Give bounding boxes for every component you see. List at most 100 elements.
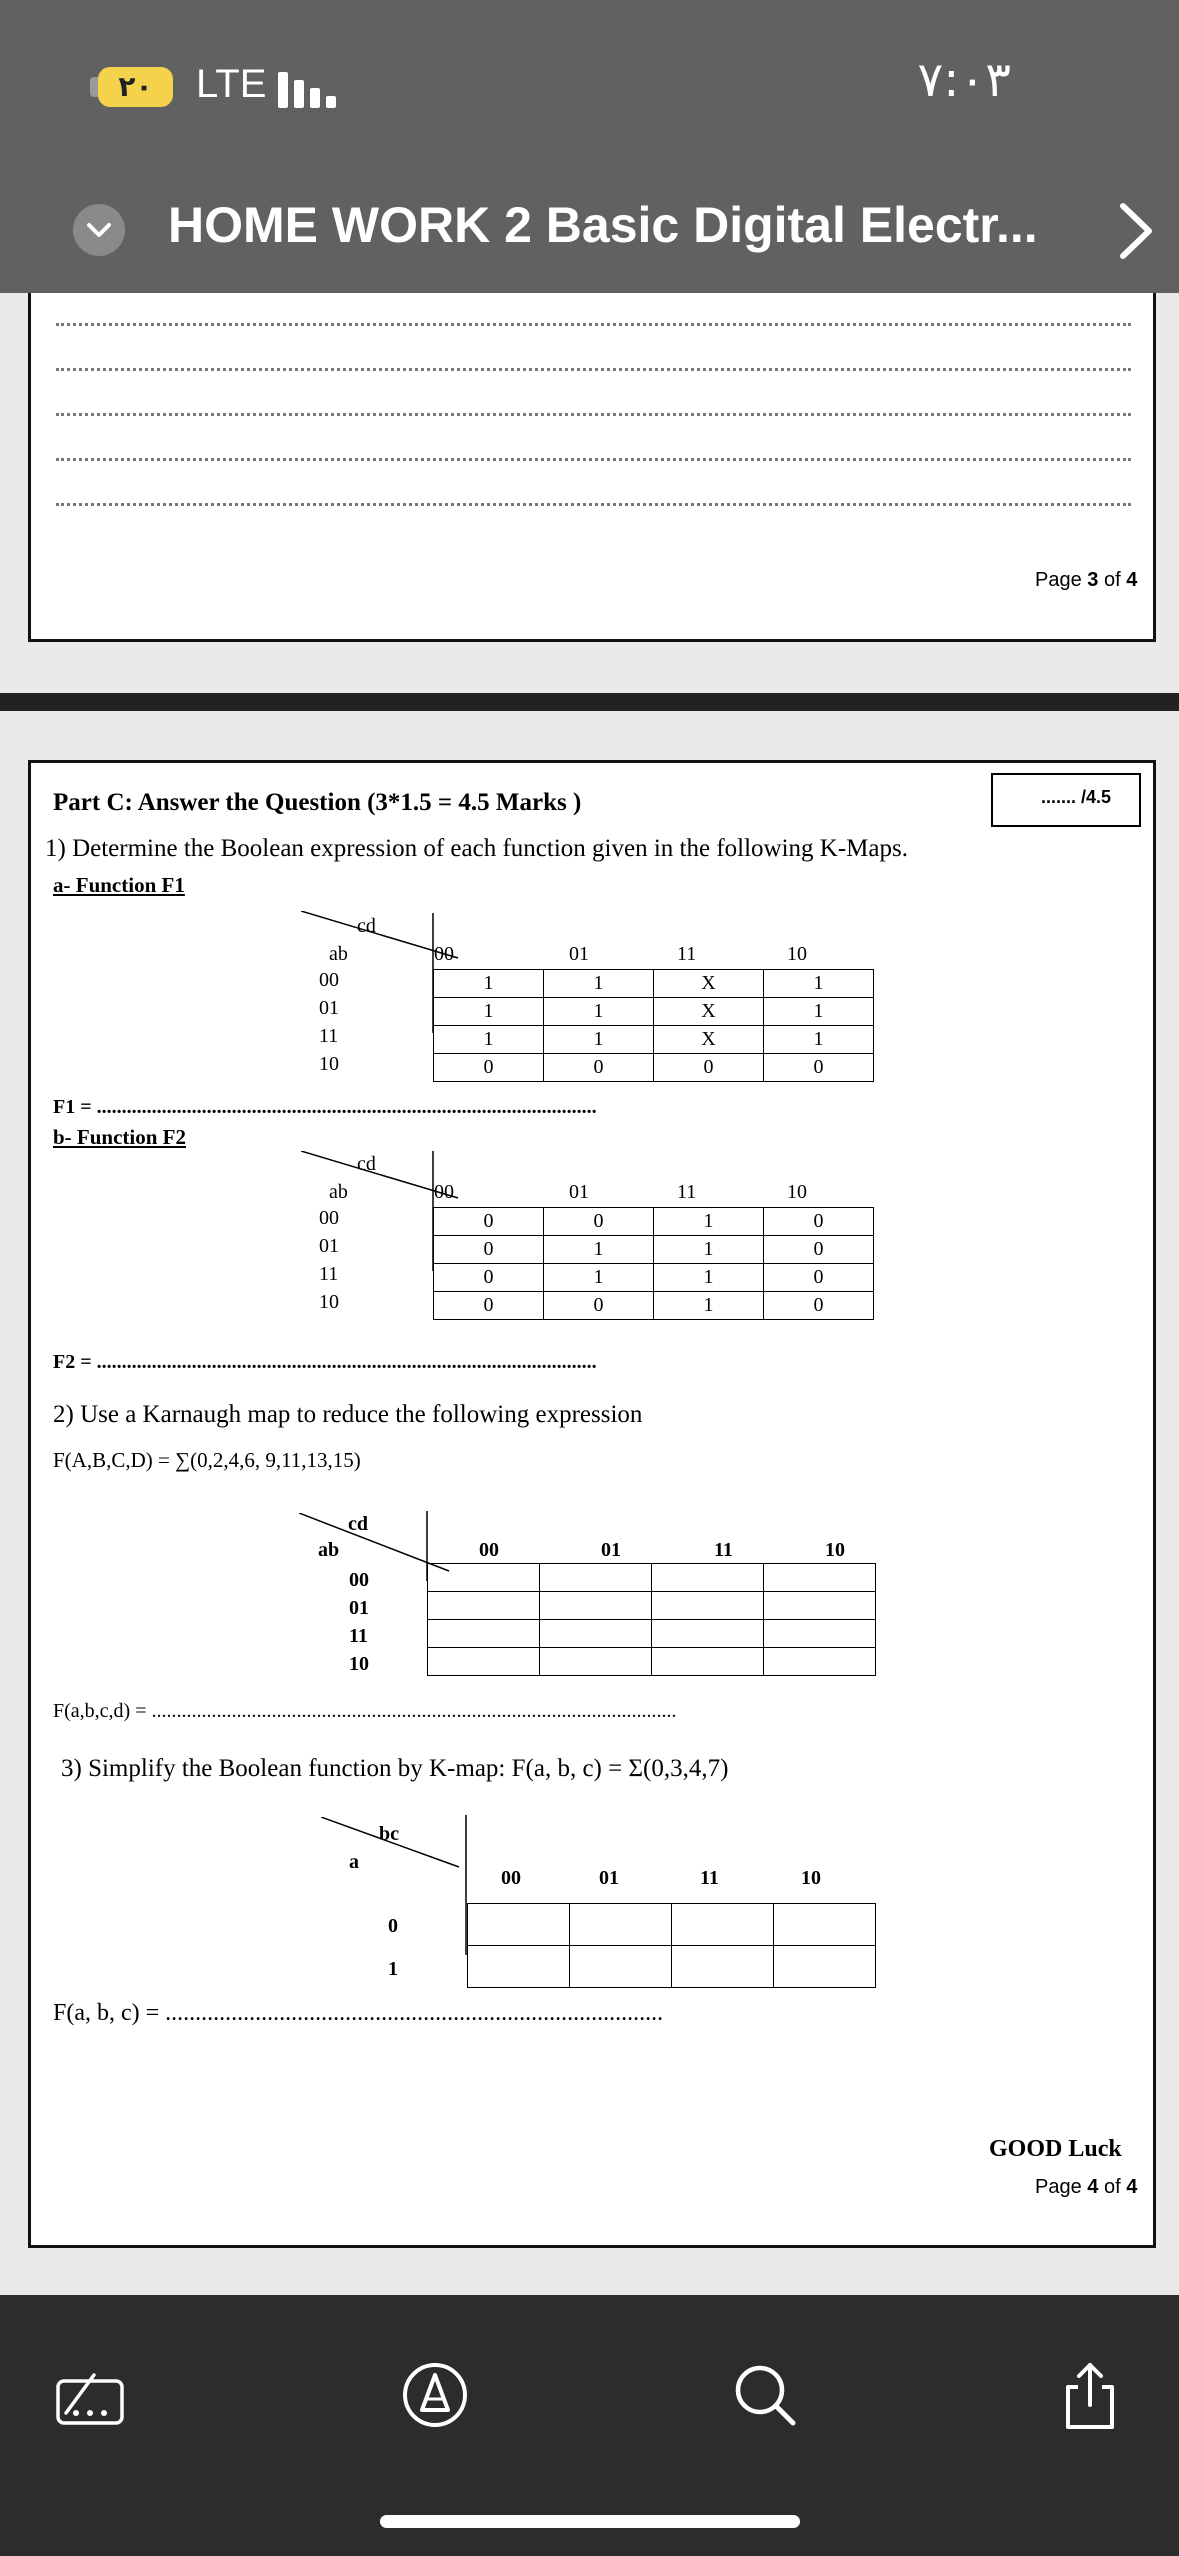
question-1a: a- Function F1 bbox=[53, 873, 185, 897]
kmap-cell[interactable] bbox=[651, 1619, 764, 1648]
kmap-cell: 0 bbox=[763, 1053, 874, 1082]
kmap-cell[interactable] bbox=[763, 1563, 876, 1592]
kmap-var-a: a bbox=[349, 1851, 359, 1873]
home-indicator[interactable] bbox=[380, 2515, 800, 2528]
kmap-cell[interactable] bbox=[467, 1903, 570, 1946]
kmap-grid: 1 1 X 1 1 1 X 1 1 1 X 1 0 0 0 0 bbox=[433, 969, 874, 1082]
kmap-cell[interactable] bbox=[569, 1945, 672, 1988]
kmap-cell: 1 bbox=[433, 969, 544, 998]
kmap-row: 11 bbox=[349, 1625, 368, 1647]
kmap-cell[interactable] bbox=[427, 1647, 540, 1676]
page-separator bbox=[0, 693, 1179, 711]
chevron-down-icon bbox=[87, 223, 111, 237]
battery-level: ٢٠ bbox=[118, 70, 153, 103]
kmap-col: 10 bbox=[787, 943, 807, 965]
answer-line bbox=[56, 503, 1131, 506]
f2-answer-line: F2 = ...................................… bbox=[53, 1351, 597, 1373]
kmap-cell: 0 bbox=[543, 1053, 654, 1082]
kmap-row: 10 bbox=[319, 1053, 339, 1075]
search-icon[interactable] bbox=[725, 2355, 805, 2435]
kmap-cell[interactable] bbox=[773, 1945, 876, 1988]
kmap-cell: X bbox=[653, 997, 764, 1026]
kmap-var-ab: ab bbox=[329, 943, 348, 965]
next-button[interactable] bbox=[1105, 196, 1165, 266]
kmap-col: 01 bbox=[601, 1539, 621, 1561]
kmap-col: 10 bbox=[801, 1867, 821, 1889]
battery-tip bbox=[90, 77, 98, 97]
kmap-cell: 1 bbox=[653, 1263, 764, 1292]
kmap-cell[interactable] bbox=[539, 1591, 652, 1620]
kmap-col: 11 bbox=[677, 943, 697, 965]
kmap-cell[interactable] bbox=[427, 1563, 540, 1592]
q2-answer-line: F(a,b,c,d) = ...........................… bbox=[53, 1700, 677, 1722]
answer-line bbox=[56, 413, 1131, 416]
kmap-cell: 1 bbox=[543, 969, 654, 998]
kmap-cell: 1 bbox=[543, 997, 654, 1026]
kmap-cell[interactable] bbox=[763, 1591, 876, 1620]
kmap-row: 10 bbox=[319, 1291, 339, 1313]
kmap-cell[interactable] bbox=[427, 1619, 540, 1648]
document-title[interactable]: HOME WORK 2 Basic Digital Electr... bbox=[168, 196, 1038, 254]
kmap-cell: 0 bbox=[653, 1053, 764, 1082]
q3-answer-line: F(a, b, c) = ...........................… bbox=[53, 2000, 664, 2026]
kmap-col: 00 bbox=[501, 1867, 521, 1889]
kmap-cell: 1 bbox=[653, 1207, 764, 1236]
kmap-col: 11 bbox=[714, 1539, 733, 1561]
kmap-cell[interactable] bbox=[539, 1619, 652, 1648]
kmap-col: 11 bbox=[677, 1181, 697, 1203]
marks-box: ....... /4.5 bbox=[991, 773, 1141, 827]
kmap-grid: 0 0 1 0 0 1 1 0 0 1 1 0 0 0 1 0 bbox=[433, 1207, 874, 1320]
kmap-cell: 0 bbox=[433, 1263, 544, 1292]
kmap-cell[interactable] bbox=[467, 1945, 570, 1988]
kmap-cell[interactable] bbox=[671, 1945, 774, 1988]
kmap-var-cd: cd bbox=[357, 915, 376, 937]
kmap-row: 00 bbox=[319, 969, 339, 991]
kmap-cell[interactable] bbox=[569, 1903, 672, 1946]
kmap-cell[interactable] bbox=[671, 1903, 774, 1946]
page-3: Page 3 of 4 bbox=[28, 293, 1156, 642]
kmap-cell: 0 bbox=[433, 1207, 544, 1236]
status-bar: ٢٠ LTE ٧:٠٣ bbox=[0, 0, 1179, 175]
page-number: Page 4 of 4 bbox=[1035, 2176, 1138, 2198]
page-4: ....... /4.5 Part C: Answer the Question… bbox=[28, 760, 1156, 2248]
kmap-cell[interactable] bbox=[427, 1591, 540, 1620]
kmap-cell[interactable] bbox=[651, 1563, 764, 1592]
kmap-cell[interactable] bbox=[773, 1903, 876, 1946]
kmap-cell[interactable] bbox=[651, 1647, 764, 1676]
annotate-icon[interactable] bbox=[395, 2355, 475, 2435]
title-menu-button[interactable] bbox=[73, 204, 125, 256]
kmap-cell: 0 bbox=[763, 1235, 874, 1264]
kmap-cell[interactable] bbox=[651, 1591, 764, 1620]
kmap-cell: 0 bbox=[433, 1053, 544, 1082]
kmap-cell[interactable] bbox=[763, 1619, 876, 1648]
kmap-cell: X bbox=[653, 1025, 764, 1054]
kmap-cell: 1 bbox=[763, 997, 874, 1026]
kmap-cell: 1 bbox=[433, 997, 544, 1026]
kmap-col: 11 bbox=[700, 1867, 719, 1889]
kmap-row: 01 bbox=[349, 1597, 369, 1619]
kmap-row: 1 bbox=[388, 1958, 398, 1980]
answer-line bbox=[56, 323, 1131, 326]
kmap-col: 00 bbox=[434, 943, 454, 965]
kmap-col: 10 bbox=[825, 1539, 845, 1561]
kmap-row: 01 bbox=[319, 1235, 339, 1257]
kmap-cell[interactable] bbox=[539, 1647, 652, 1676]
kmap-cell: 1 bbox=[763, 969, 874, 998]
kmap-row: 11 bbox=[319, 1025, 339, 1047]
kmap-var-cd: cd bbox=[357, 1153, 376, 1175]
share-icon[interactable] bbox=[1050, 2355, 1130, 2435]
kmap-cell[interactable] bbox=[539, 1563, 652, 1592]
signal-icon bbox=[278, 68, 344, 108]
kmap-cell[interactable] bbox=[763, 1647, 876, 1676]
page-number: Page 3 of 4 bbox=[1035, 569, 1138, 591]
kmap-var-ab: ab bbox=[318, 1539, 340, 1561]
markup-icon[interactable] bbox=[50, 2355, 130, 2435]
kmap-var-bc: bc bbox=[379, 1823, 399, 1845]
battery-icon: ٢٠ bbox=[98, 67, 173, 107]
kmap-cell: 0 bbox=[433, 1235, 544, 1264]
answer-line bbox=[56, 458, 1131, 461]
kmap-var-ab: ab bbox=[329, 1181, 348, 1203]
good-luck: GOOD Luck bbox=[989, 2136, 1122, 2162]
kmap-col: 01 bbox=[569, 943, 589, 965]
kmap-var-cd: cd bbox=[348, 1513, 368, 1535]
